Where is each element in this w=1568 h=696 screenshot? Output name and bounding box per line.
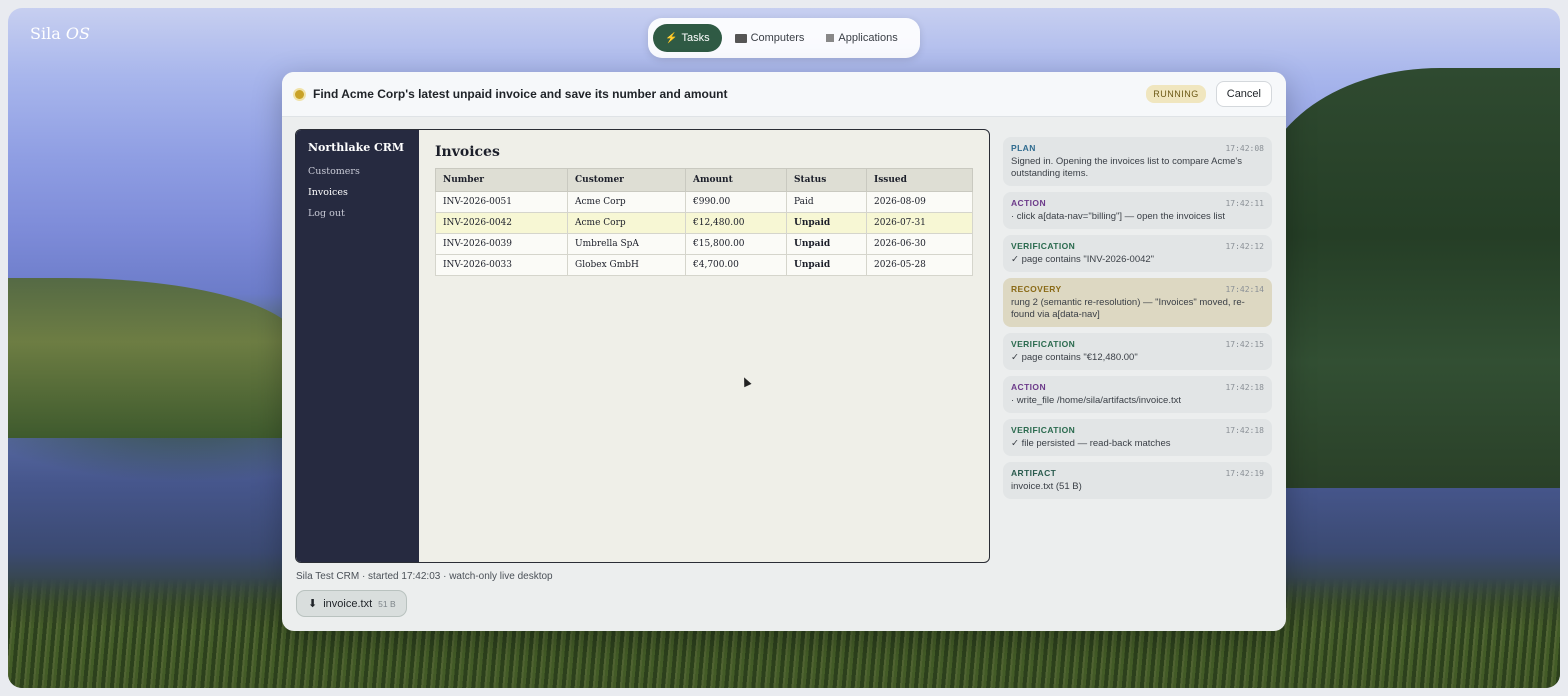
table-row[interactable]: INV-2026-0051 Acme Corp €990.00 Paid 202… <box>435 191 973 213</box>
log-message: · write_file /home/sila/artifacts/invoic… <box>1011 395 1182 406</box>
log-time: 17:42:14 <box>1225 285 1264 294</box>
cell-status: Unpaid <box>786 254 867 276</box>
cancel-button[interactable]: Cancel <box>1215 81 1272 107</box>
log-message: rung 2 (semantic re-resolution) — "Invoi… <box>1011 297 1245 320</box>
log-kind: ACTION <box>1011 382 1046 392</box>
cell-number: INV-2026-0051 <box>435 191 568 213</box>
os-logo: Sila OS <box>30 24 90 43</box>
log-entry: VERIFICATION 17:42:15 ✓ page contains "€1… <box>1003 333 1272 370</box>
log-time: 17:42:18 <box>1225 426 1264 435</box>
log-kind: VERIFICATION <box>1011 339 1076 349</box>
wallpaper-forest <box>1260 68 1560 488</box>
cell-amount: €4,700.00 <box>685 254 787 276</box>
column-header: Number <box>435 168 568 192</box>
log-message: invoice.txt (51 B) <box>1011 481 1082 492</box>
status-badge: RUNNING <box>1146 85 1206 103</box>
activity-log: PLAN 17:42:08 Signed in. Opening the invo… <box>1003 137 1272 505</box>
log-message: ✓ file persisted — read-back matches <box>1011 438 1171 449</box>
artifact-name: invoice.txt <box>323 597 373 610</box>
log-message: Signed in. Opening the invoices list to … <box>1011 156 1242 179</box>
log-kind: VERIFICATION <box>1011 241 1076 251</box>
crm-main: Invoices Number Customer Amount Status I… <box>419 130 989 562</box>
task-header: Find Acme Corp's latest unpaid invoice a… <box>282 72 1286 117</box>
log-kind: ARTIFACT <box>1011 468 1057 478</box>
log-kind: VERIFICATION <box>1011 425 1076 435</box>
live-desktop-view[interactable]: Northlake CRM Customers Invoices Log out… <box>295 129 990 563</box>
log-entry: ARTIFACT 17:42:19 invoice.txt (51 B) <box>1003 462 1272 499</box>
table-header-row: Number Customer Amount Status Issued <box>435 168 973 192</box>
tab-label: Applications <box>838 32 898 44</box>
cell-issued: 2026-05-28 <box>866 254 973 276</box>
cell-customer: Acme Corp <box>567 191 686 213</box>
log-message: ✓ page contains "€12,480.00" <box>1011 352 1138 363</box>
cell-number: INV-2026-0042 <box>435 212 568 234</box>
log-kind: ACTION <box>1011 198 1046 208</box>
cell-customer: Globex GmbH <box>567 254 686 276</box>
log-kind: PLAN <box>1011 143 1036 153</box>
cell-status: Unpaid <box>786 212 867 234</box>
session-info: Sila Test CRM · started 17:42:03 · watch… <box>296 571 553 582</box>
cell-number: INV-2026-0039 <box>435 233 568 255</box>
tab-computers[interactable]: Computers <box>726 25 814 51</box>
log-time: 17:42:08 <box>1225 144 1264 153</box>
log-time: 17:42:19 <box>1225 469 1264 478</box>
monitor-icon <box>734 33 747 43</box>
tab-tasks[interactable]: ⚡ Tasks <box>653 24 722 52</box>
log-time: 17:42:11 <box>1225 199 1264 208</box>
task-panel: Find Acme Corp's latest unpaid invoice a… <box>282 72 1286 631</box>
wallpaper-hill <box>8 278 298 438</box>
column-header: Issued <box>866 168 973 192</box>
table-row[interactable]: INV-2026-0042 Acme Corp €12,480.00 Unpai… <box>435 212 973 234</box>
log-time: 17:42:15 <box>1225 340 1264 349</box>
tab-label: Computers <box>750 32 805 44</box>
column-header: Status <box>786 168 867 192</box>
crm-brand: Northlake CRM <box>308 141 405 154</box>
log-message: · click a[data-nav="billing"] — open the… <box>1011 211 1226 222</box>
cell-customer: Umbrella SpA <box>567 233 686 255</box>
cell-issued: 2026-08-09 <box>866 191 973 213</box>
log-entry: ACTION 17:42:18 · write_file /home/sila/a… <box>1003 376 1272 413</box>
log-time: 17:42:18 <box>1225 383 1264 392</box>
lightning-icon: ⚡ <box>665 32 678 44</box>
log-entry: RECOVERY 17:42:14 rung 2 (semantic re-res… <box>1003 278 1272 327</box>
log-entry: ACTION 17:42:11 · click a[data-nav="billi… <box>1003 192 1272 229</box>
log-kind: RECOVERY <box>1011 284 1062 294</box>
column-header: Customer <box>567 168 686 192</box>
status-dot-icon <box>295 89 304 99</box>
table-row[interactable]: INV-2026-0039 Umbrella SpA €15,800.00 Un… <box>435 233 973 255</box>
cell-issued: 2026-06-30 <box>866 233 973 255</box>
cell-amount: €990.00 <box>685 191 787 213</box>
artifact-download-button[interactable]: ⬇ invoice.txt 51 B <box>296 590 407 617</box>
download-icon: ⬇ <box>308 598 318 610</box>
tab-label: Tasks <box>681 32 710 44</box>
log-message: ✓ page contains "INV-2026-0042" <box>1011 254 1155 265</box>
crm-sidebar: Northlake CRM Customers Invoices Log out <box>296 130 419 562</box>
task-title: Find Acme Corp's latest unpaid invoice a… <box>313 87 728 101</box>
artifact-size: 51 B <box>378 598 396 609</box>
log-time: 17:42:12 <box>1225 242 1264 251</box>
log-entry: VERIFICATION 17:42:18 ✓ file persisted — … <box>1003 419 1272 456</box>
invoice-table: Number Customer Amount Status Issued INV… <box>435 168 973 276</box>
cell-number: INV-2026-0033 <box>435 254 568 276</box>
cell-customer: Acme Corp <box>567 212 686 234</box>
log-entry: PLAN 17:42:08 Signed in. Opening the invo… <box>1003 137 1272 186</box>
crm-nav-logout[interactable]: Log out <box>308 208 407 219</box>
desktop-wallpaper: Sila OS ⚡ Tasks Computers Applications F… <box>8 8 1560 688</box>
crm-nav-invoices[interactable]: Invoices <box>308 187 407 198</box>
cell-issued: 2026-07-31 <box>866 212 973 234</box>
cell-amount: €15,800.00 <box>685 233 787 255</box>
tab-applications[interactable]: Applications <box>817 25 906 51</box>
grid-icon <box>826 34 835 42</box>
column-header: Amount <box>685 168 787 192</box>
log-entry: VERIFICATION 17:42:12 ✓ page contains "IN… <box>1003 235 1272 272</box>
cell-amount: €12,480.00 <box>685 212 787 234</box>
crm-nav-customers[interactable]: Customers <box>308 166 407 177</box>
table-row[interactable]: INV-2026-0033 Globex GmbH €4,700.00 Unpa… <box>435 254 973 276</box>
page-title: Invoices <box>435 144 500 160</box>
cell-status: Paid <box>786 191 867 213</box>
cell-status: Unpaid <box>786 233 867 255</box>
top-navigation: ⚡ Tasks Computers Applications <box>648 18 920 58</box>
